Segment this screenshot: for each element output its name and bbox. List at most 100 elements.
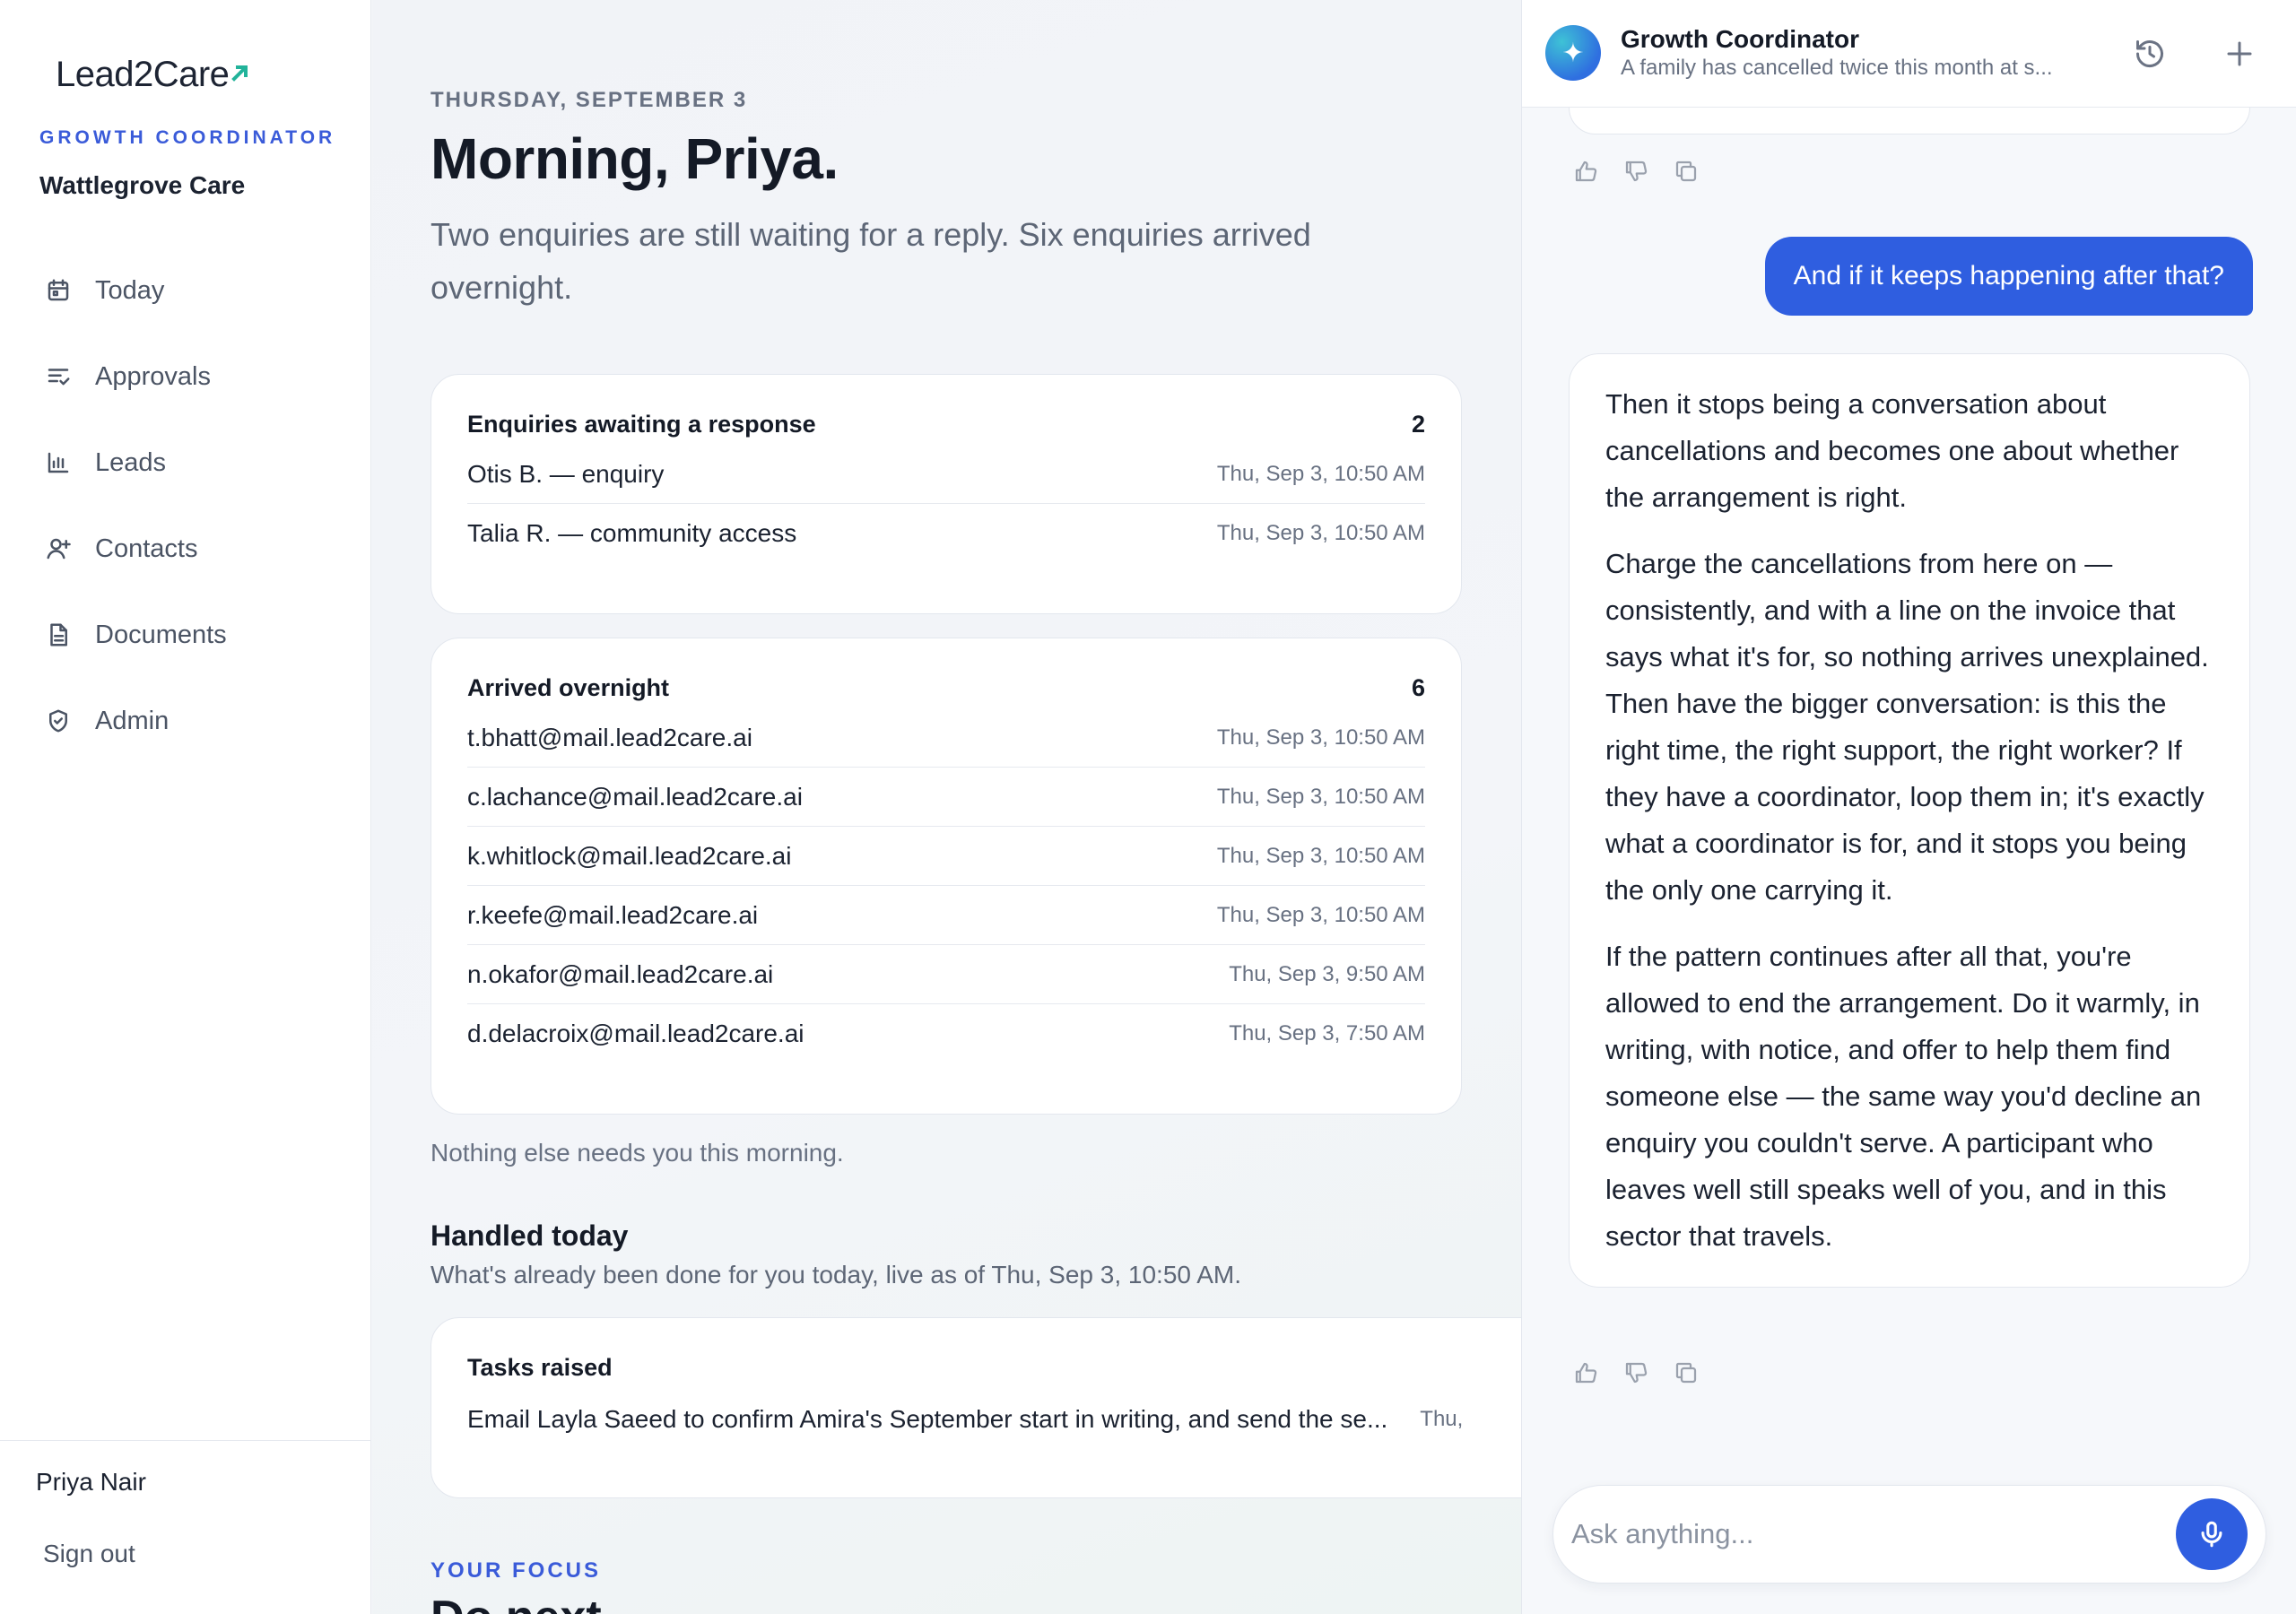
row-label: t.bhatt@mail.lead2care.ai	[467, 723, 752, 751]
card-header: Enquiries awaiting a response 2	[431, 404, 1461, 445]
row-time: Thu, Sep 3, 10:50 AM	[1216, 725, 1425, 750]
user-plus-icon	[47, 538, 71, 560]
chat-subtitle: A family has cancelled twice this month …	[1621, 56, 2053, 80]
logo-arrow-icon	[231, 65, 248, 82]
sidebar-item-label: Today	[95, 275, 165, 305]
logo-text: Lead2Care	[56, 55, 230, 94]
copy-icon[interactable]	[1673, 1359, 1700, 1386]
task-label: Email Layla Saeed to confirm Amira's Sep…	[467, 1405, 1388, 1433]
microphone-button[interactable]	[2176, 1498, 2248, 1570]
shield-icon	[49, 709, 67, 733]
sidebar-item-contacts[interactable]: Contacts	[0, 506, 371, 592]
row-time: Thu, Sep 3, 9:50 AM	[1229, 961, 1425, 986]
list-item[interactable]: Email Layla Saeed to confirm Amira's Sep…	[467, 1388, 1521, 1451]
document-icon	[50, 623, 67, 646]
thumbs-down-icon[interactable]	[1622, 1359, 1649, 1386]
sidebar: Lead2Care GROWTH COORDINATOR Wattlegrove…	[0, 0, 371, 1614]
page-title: Morning, Priya.	[430, 126, 839, 191]
row-label: d.delacroix@mail.lead2care.ai	[467, 1020, 804, 1047]
sidebar-item-documents[interactable]: Documents	[0, 592, 371, 678]
copy-icon[interactable]	[1673, 158, 1700, 185]
arrived-overnight-card: Arrived overnight 6 t.bhatt@mail.lead2ca…	[430, 638, 1462, 1115]
sidebar-nav: Today Approvals Leads Contacts Documents…	[0, 247, 371, 764]
card-title: Arrived overnight	[467, 673, 670, 701]
sign-out-link[interactable]: Sign out	[43, 1540, 135, 1568]
assistant-paragraph: Then it stops being a conversation about…	[1605, 388, 2179, 513]
assistant-message: Then it stops being a conversation about…	[1569, 353, 2250, 1288]
bar-chart-icon	[48, 452, 69, 473]
card-count: 6	[1411, 673, 1425, 701]
list-item[interactable]: Otis B. — enquiry Thu, Sep 3, 10:50 AM	[467, 445, 1425, 504]
handled-title: Handled today	[430, 1219, 629, 1252]
list-check-icon	[48, 369, 70, 386]
row-time: Thu, Sep 3, 10:50 AM	[1216, 843, 1425, 868]
sidebar-footer: Priya Nair Sign out	[0, 1440, 371, 1567]
date-kicker: THURSDAY, SEPTEMBER 3	[430, 88, 748, 112]
list-item[interactable]: r.keefe@mail.lead2care.ai Thu, Sep 3, 10…	[467, 886, 1425, 945]
card-header: Tasks raised	[431, 1347, 1521, 1388]
card-count: 2	[1411, 410, 1425, 438]
list-item[interactable]: n.okafor@mail.lead2care.ai Thu, Sep 3, 9…	[467, 945, 1425, 1004]
chat-composer	[1552, 1485, 2266, 1584]
thumbs-up-icon[interactable]	[1572, 1359, 1599, 1386]
list-item[interactable]: k.whitlock@mail.lead2care.ai Thu, Sep 3,…	[467, 827, 1425, 886]
row-label: r.keefe@mail.lead2care.ai	[467, 900, 759, 929]
calendar-icon	[48, 279, 69, 301]
user-message: And if it keeps happening after that?	[1764, 237, 2253, 316]
nothing-else-note: Nothing else needs you this morning.	[430, 1139, 844, 1167]
sidebar-item-label: Documents	[95, 620, 227, 649]
row-time: Thu, Sep 3, 10:50 AM	[1216, 521, 1425, 545]
row-time: Thu, Sep 3, 10:50 AM	[1216, 461, 1425, 486]
new-chat-button[interactable]	[2218, 32, 2261, 75]
chat-input[interactable]	[1571, 1507, 2145, 1561]
focus-kicker: YOUR FOCUS	[430, 1558, 602, 1583]
sidebar-item-label: Admin	[95, 706, 170, 735]
awaiting-response-card: Enquiries awaiting a response 2 Otis B. …	[430, 374, 1462, 614]
card-header: Arrived overnight 6	[431, 667, 1461, 708]
sidebar-item-label: Approvals	[95, 361, 211, 391]
brand-role: GROWTH COORDINATOR	[39, 127, 336, 148]
assistant-panel: ✦ Growth Coordinator A family has cancel…	[1521, 0, 2296, 1614]
handled-subtitle: What's already been done for you today, …	[430, 1261, 1241, 1289]
list-item[interactable]: c.lachance@mail.lead2care.ai Thu, Sep 3,…	[467, 768, 1425, 827]
sidebar-item-approvals[interactable]: Approvals	[0, 334, 371, 420]
org-name: Wattlegrove Care	[39, 171, 246, 199]
row-time: Thu, Sep 3, 10:50 AM	[1216, 784, 1425, 809]
main-content: THURSDAY, SEPTEMBER 3 Morning, Priya. Tw…	[372, 0, 1521, 1614]
summary-text: Two enquiries are still waiting for a re…	[430, 216, 1311, 306]
history-icon	[2136, 40, 2163, 68]
microphone-icon	[2201, 1521, 2222, 1548]
row-label: n.okafor@mail.lead2care.ai	[467, 959, 774, 988]
chat-title: Growth Coordinator	[1621, 25, 1859, 53]
tasks-raised-card: Tasks raised Email Layla Saeed to confir…	[430, 1317, 1521, 1498]
history-button[interactable]	[2128, 32, 2171, 75]
thumbs-up-icon[interactable]	[1572, 158, 1599, 185]
sparkle-icon: ✦	[1545, 25, 1601, 81]
list-item[interactable]: d.delacroix@mail.lead2care.ai Thu, Sep 3…	[467, 1004, 1425, 1063]
assistant-paragraph: If the pattern continues after all that,…	[1605, 941, 2202, 1252]
message-feedback	[1572, 1359, 1700, 1386]
row-label: c.lachance@mail.lead2care.ai	[467, 782, 803, 811]
chat-header: ✦ Growth Coordinator A family has cancel…	[1522, 0, 2296, 108]
list-item[interactable]: Talia R. — community access Thu, Sep 3, …	[467, 504, 1425, 563]
sidebar-item-today[interactable]: Today	[0, 247, 371, 334]
card-title: Enquiries awaiting a response	[467, 410, 816, 438]
assistant-paragraph: Charge the cancellations from here on — …	[1605, 548, 2209, 906]
row-label: Otis B. — enquiry	[467, 459, 665, 488]
row-time: Thu, Sep 3, 10:50 AM	[1216, 902, 1425, 927]
sidebar-item-leads[interactable]: Leads	[0, 420, 371, 506]
row-time: Thu, Sep 3, 7:50 AM	[1229, 1021, 1425, 1046]
row-label: Talia R. — community access	[467, 519, 797, 547]
sidebar-item-admin[interactable]: Admin	[0, 678, 371, 764]
message-feedback	[1572, 158, 1700, 185]
sidebar-item-label: Contacts	[95, 534, 198, 563]
user-name: Priya Nair	[36, 1468, 146, 1496]
sidebar-item-label: Leads	[95, 447, 167, 477]
do-next-title: Do next	[430, 1591, 602, 1614]
plus-icon	[2227, 41, 2252, 66]
card-title: Tasks raised	[467, 1353, 613, 1381]
list-item[interactable]: t.bhatt@mail.lead2care.ai Thu, Sep 3, 10…	[467, 708, 1425, 768]
logo[interactable]: Lead2Care	[56, 45, 248, 95]
task-time: Thu,	[1420, 1407, 1464, 1431]
thumbs-down-icon[interactable]	[1622, 158, 1649, 185]
